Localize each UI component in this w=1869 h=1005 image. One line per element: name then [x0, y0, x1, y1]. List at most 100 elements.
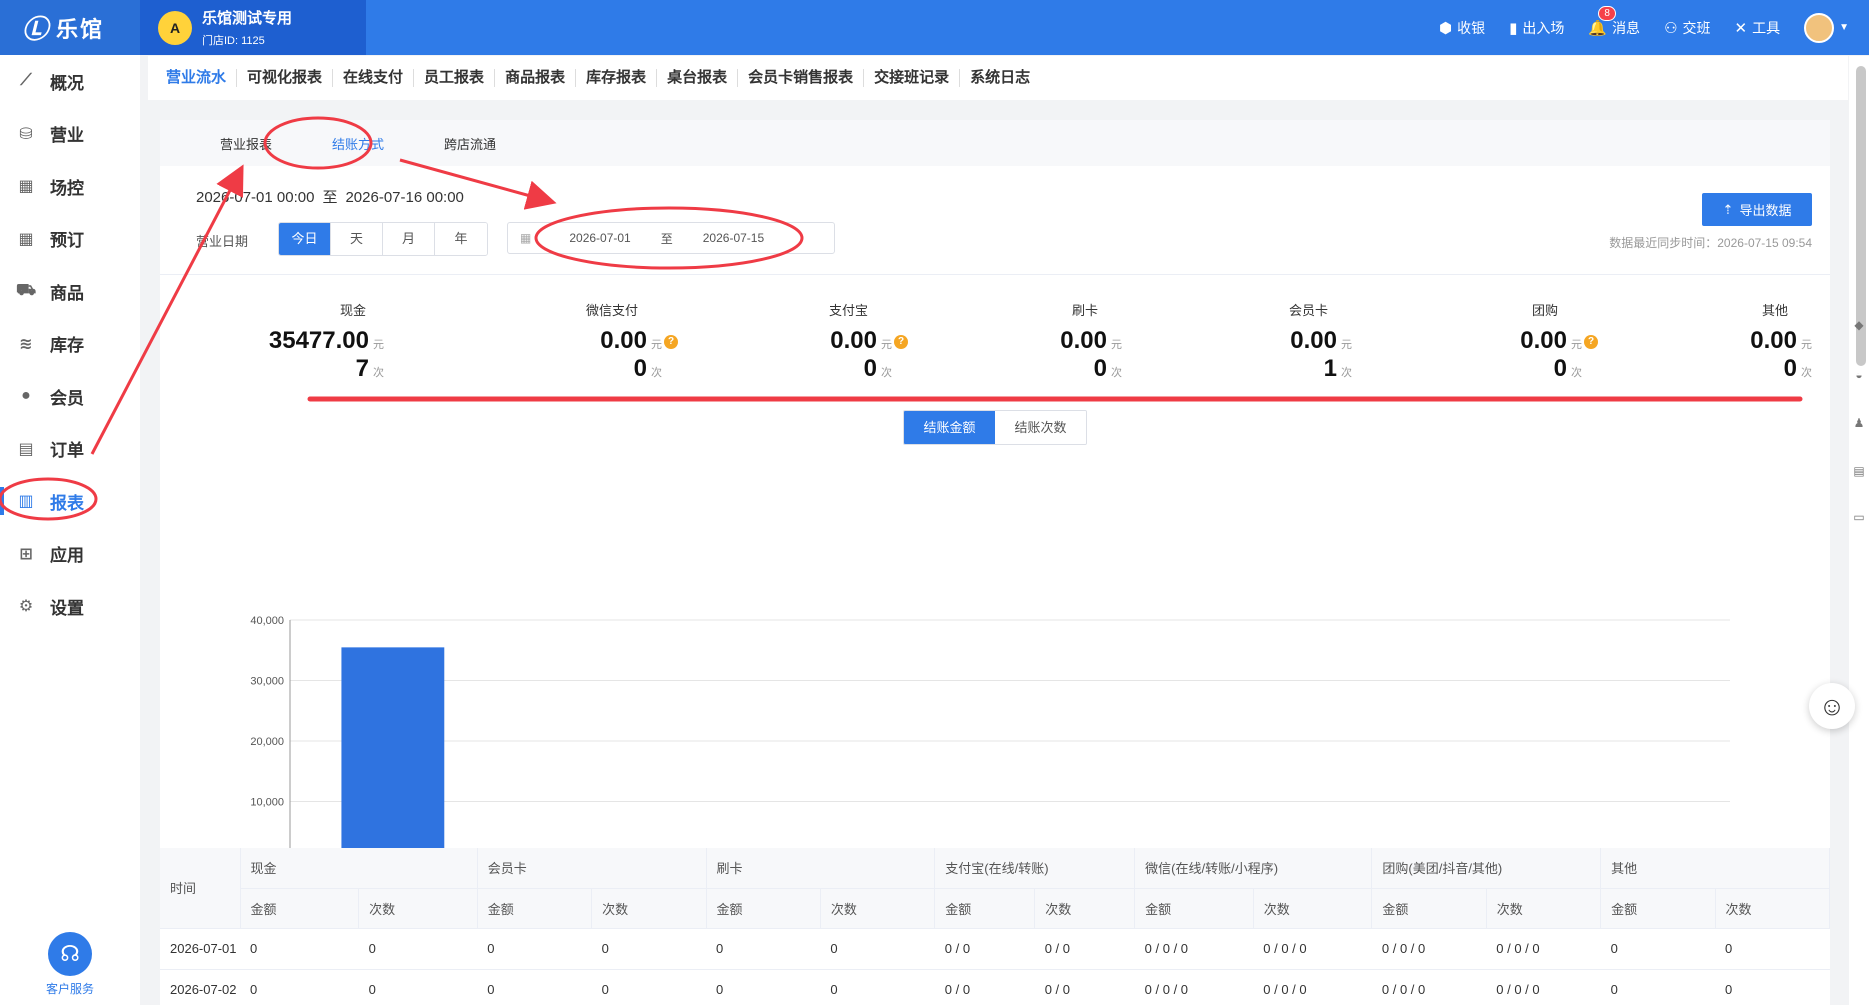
bar-chart-icon: ▥	[18, 493, 34, 511]
count-unit: 次	[1801, 367, 1812, 379]
top-action-door[interactable]: ▮ 出入场	[1509, 18, 1564, 38]
count-unit: 次	[1571, 367, 1582, 379]
chart-toggle-option[interactable]: 结账次数	[995, 411, 1086, 444]
sidebar-item-6[interactable]: ● 会员	[0, 370, 140, 423]
report-tab[interactable]: 系统日志	[960, 69, 1040, 87]
time-header: 时间	[160, 848, 241, 929]
top-action-label: 交班	[1682, 19, 1711, 36]
app-logo[interactable]: Ⓛ 乐馆	[0, 0, 140, 55]
report-subtab[interactable]: 结账方式	[302, 134, 414, 153]
store-switcher[interactable]: A 乐馆测试专用 门店ID: 1125	[140, 0, 366, 55]
bell-icon: 🔔	[1588, 19, 1608, 37]
order-icon: ▤	[18, 440, 34, 458]
top-action-tools[interactable]: ✕ 工具	[1735, 18, 1781, 38]
assistant-avatar-icon[interactable]: ☺	[1809, 683, 1855, 729]
sidebar-item-0[interactable]: ⟋ 概况	[0, 55, 140, 108]
export-label: 导出数据	[1739, 203, 1792, 218]
store-icon[interactable]: ▤	[1851, 464, 1867, 478]
count-unit: 次	[881, 367, 892, 379]
customer-service-button[interactable]: ☊ 客户服务	[0, 932, 140, 997]
y-tick-label: 10,000	[250, 797, 284, 809]
summary-count-value: 0	[1553, 355, 1567, 382]
report-tab[interactable]: 商品报表	[495, 69, 577, 87]
help-icon[interactable]: ?	[894, 334, 908, 349]
sidebar-item-label: 订单	[50, 441, 84, 461]
bar	[341, 647, 445, 850]
period-option[interactable]: 今日	[279, 223, 331, 255]
people-icon[interactable]: ♟	[1851, 416, 1867, 430]
summary-amount-value: 35477.00	[268, 327, 369, 354]
period-option[interactable]: 月	[383, 223, 435, 255]
table-subheader-row: 金额 次数 金额 次数 金额 次数 金额 次数 金额 次数 金额 次数 金额 次数	[160, 888, 1831, 929]
headset-icon: ☊	[48, 932, 92, 976]
user-menu[interactable]: ▼	[1804, 12, 1849, 43]
summary-amount-value: 0.00	[1520, 327, 1567, 354]
sidebar-item-label: 概况	[50, 73, 84, 93]
amount-unit: 元	[1111, 339, 1122, 351]
date-end-input[interactable]: 2026-07-15	[703, 231, 764, 245]
amount-unit: 元	[373, 339, 384, 351]
sidebar-item-7[interactable]: ▤ 订单	[0, 423, 140, 476]
cube-icon[interactable]: ◆	[1851, 318, 1867, 332]
report-tab[interactable]: 营业流水	[156, 69, 238, 87]
store-name: 乐馆测试专用	[202, 10, 293, 27]
range-end: 2026-07-16 00:00	[345, 189, 464, 206]
range-start: 2026-07-01 00:00	[196, 189, 315, 206]
sidebar-item-10[interactable]: ⚙ 设置	[0, 580, 140, 633]
date-range-picker[interactable]: ▦ 2026-07-01 至 2026-07-15	[507, 222, 835, 254]
table-cell: 0	[240, 969, 359, 1005]
summary-amount-value: 0.00	[830, 327, 877, 354]
sidebar-item-1[interactable]: ⛁ 营业	[0, 108, 140, 161]
chart-toggle-option[interactable]: 结账金额	[904, 411, 995, 444]
table-cell: 0	[358, 969, 478, 1005]
export-data-button[interactable]: ⇡ 导出数据	[1702, 193, 1812, 226]
report-tab[interactable]: 员工报表	[414, 69, 496, 87]
amount-unit: 元	[1801, 339, 1812, 351]
apps-icon: ⊞	[19, 545, 33, 563]
period-option[interactable]: 天	[331, 223, 383, 255]
amount-subheader: 金额	[1371, 888, 1487, 929]
amount-subheader: 金额	[240, 888, 360, 929]
report-tab[interactable]: 桌台报表	[657, 69, 739, 87]
count-unit: 次	[651, 367, 662, 379]
report-tab[interactable]: 在线支付	[333, 69, 415, 87]
sidebar-item-9[interactable]: ⊞ 应用	[0, 528, 140, 581]
report-tab[interactable]: 可视化报表	[237, 69, 334, 87]
top-action-handover[interactable]: ⚇ 交班	[1664, 18, 1710, 38]
divider	[160, 274, 1830, 275]
table-cell: 0	[477, 969, 592, 1005]
help-icon[interactable]: ?	[1584, 334, 1598, 349]
sidebar-item-3[interactable]: ▦ 预订	[0, 213, 140, 266]
table-cell: 0 / 0 / 0	[1134, 969, 1254, 1005]
summary-item: 其他 0.00 元 0 次	[1628, 300, 1828, 383]
summary-count: 1次	[1168, 355, 1368, 383]
top-action-bell[interactable]: 🔔 消息 8	[1588, 5, 1640, 38]
top-action-cashier[interactable]: ⬢ 收银	[1439, 18, 1485, 38]
summary-label: 微信支付	[585, 303, 638, 318]
bowl-icon[interactable]: ◒	[1851, 368, 1867, 382]
sidebar-item-4[interactable]: ⛟ 商品	[0, 265, 140, 318]
message-badge: 8	[1598, 5, 1616, 21]
venue-icon: ▦	[18, 178, 34, 196]
date-start-input[interactable]: 2026-07-01	[569, 231, 630, 245]
summary-amount-value: 0.00	[1290, 327, 1337, 354]
sidebar-item-5[interactable]: ≋ 库存	[0, 318, 140, 371]
report-tab[interactable]: 会员卡销售报表	[738, 69, 865, 87]
store-id: 门店ID: 1125	[202, 35, 265, 47]
sidebar-item-8[interactable]: ▥ 报表	[0, 475, 140, 528]
summary-label: 其他	[1761, 303, 1788, 318]
card-icon[interactable]: ▭	[1851, 510, 1867, 524]
help-icon[interactable]: ?	[664, 334, 678, 349]
period-option[interactable]: 年	[435, 223, 487, 255]
report-tab[interactable]: 库存报表	[576, 69, 658, 87]
upload-icon: ⇡	[1722, 201, 1734, 217]
report-subtab[interactable]: 跨店流通	[414, 134, 526, 153]
table-cell: 0 / 0 / 0	[1253, 969, 1372, 1005]
summary-count-value: 0	[863, 355, 877, 382]
report-subtab[interactable]: 营业报表	[190, 134, 302, 153]
amount-unit: 元	[651, 339, 662, 351]
report-tab[interactable]: 交接班记录	[864, 69, 961, 87]
sidebar-item-2[interactable]: ▦ 场控	[0, 160, 140, 213]
chevron-down-icon: ▼	[1839, 22, 1849, 33]
logo-mark-icon: Ⓛ	[22, 14, 51, 44]
